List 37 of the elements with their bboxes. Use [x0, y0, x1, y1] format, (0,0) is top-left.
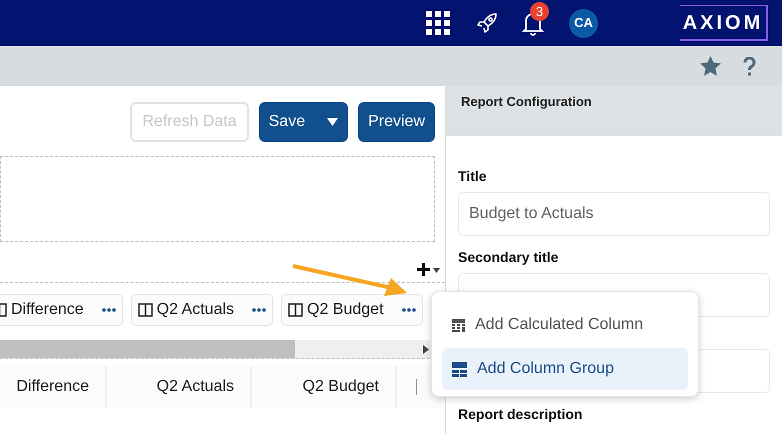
menu-item[interactable]: Add Column Group: [442, 348, 688, 390]
text-input-field[interactable]: Budget to Actuals: [458, 192, 770, 236]
panel-title: Report Configuration: [446, 86, 782, 136]
more-icon[interactable]: [102, 308, 116, 312]
notification-badge: 3: [530, 2, 549, 21]
field-label: Secondary title: [458, 248, 560, 267]
plus-icon[interactable]: [417, 263, 430, 276]
columns-icon: [288, 303, 304, 317]
column-header[interactable]: Q2 Budget: [252, 366, 397, 408]
caret-icon[interactable]: [433, 268, 440, 273]
more-icon[interactable]: [402, 308, 416, 312]
column-header[interactable]: Q2 Actuals: [107, 366, 252, 408]
save-split-button[interactable]: Save: [258, 102, 348, 142]
toolbar-button[interactable]: Preview: [358, 102, 435, 142]
star-icon[interactable]: [700, 56, 721, 76]
chip-label: Q2 Actuals: [156, 300, 234, 320]
scrollbar-thumb[interactable]: [0, 340, 295, 358]
more-icon[interactable]: [252, 308, 266, 312]
app-grid-icon[interactable]: [426, 11, 450, 35]
column-chip[interactable]: Difference: [0, 294, 123, 326]
chip-label: Q2 Budget: [307, 300, 384, 320]
chip-label: Difference: [11, 300, 84, 320]
column-chip[interactable]: Q2 Budget: [281, 294, 423, 326]
calculator-icon: [452, 318, 465, 332]
column-header[interactable]: Difference: [0, 366, 107, 408]
caret-icon[interactable]: [327, 118, 338, 126]
column-group-icon: [452, 362, 467, 376]
menu-item[interactable]: Add Calculated Column: [442, 304, 688, 346]
user-avatar[interactable]: CA: [569, 8, 598, 38]
app-logo: AXIOM: [680, 5, 768, 41]
help-icon[interactable]: [743, 56, 756, 76]
field-label: Title: [458, 167, 488, 186]
right-arrow-icon[interactable]: [423, 344, 429, 354]
column-chip[interactable]: Q2 Actuals: [130, 294, 274, 326]
rocket-icon[interactable]: [475, 11, 499, 35]
field-label: Report description: [458, 405, 584, 424]
columns-icon: [138, 303, 153, 317]
